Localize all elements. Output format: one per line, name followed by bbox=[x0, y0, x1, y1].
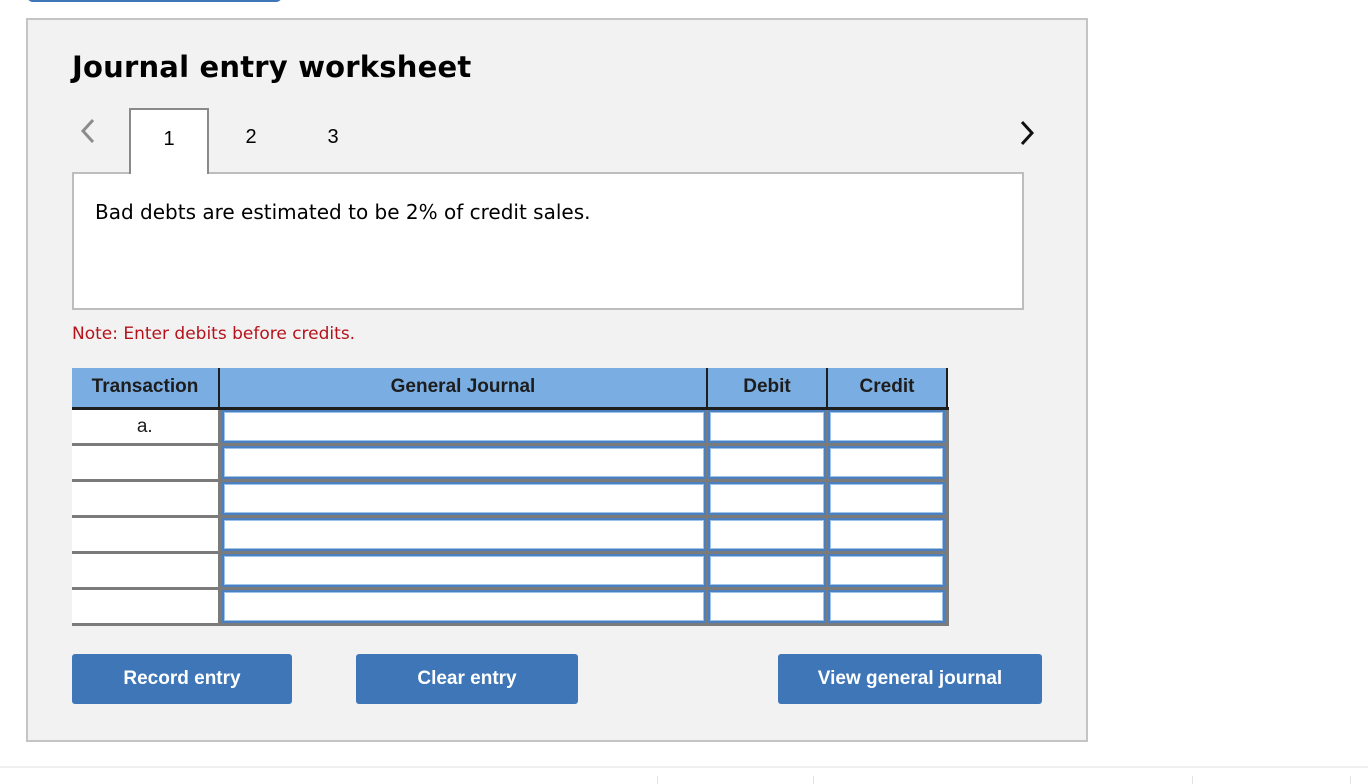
table-row bbox=[72, 552, 949, 590]
credit-cell bbox=[827, 408, 949, 446]
account-cell bbox=[219, 444, 707, 482]
record-entry-button[interactable]: Record entry bbox=[72, 654, 292, 704]
credit-input[interactable] bbox=[828, 445, 945, 479]
view-general-journal-button[interactable]: View general journal bbox=[778, 654, 1042, 704]
tab-label: 2 bbox=[245, 126, 257, 148]
credit-cell bbox=[827, 588, 949, 626]
debit-input[interactable] bbox=[708, 589, 826, 623]
transaction-cell bbox=[72, 444, 221, 482]
debit-cell bbox=[707, 480, 827, 518]
page-title: Journal entry worksheet bbox=[72, 50, 472, 84]
general-journal-input[interactable] bbox=[221, 445, 706, 479]
table-row bbox=[72, 588, 949, 626]
credit-input[interactable] bbox=[828, 517, 945, 551]
footer-divider bbox=[0, 766, 1368, 768]
journal-entry-worksheet: Journal entry worksheet 1 2 3 Bad debts … bbox=[26, 18, 1088, 742]
chevron-left-icon bbox=[80, 118, 95, 144]
table-row bbox=[72, 480, 949, 518]
table-row bbox=[72, 516, 949, 554]
debit-input[interactable] bbox=[708, 517, 826, 551]
account-cell bbox=[219, 408, 707, 446]
debit-input[interactable] bbox=[708, 445, 826, 479]
tab-label: 1 bbox=[163, 128, 175, 150]
table-header-row: Transaction General Journal Debit Credit bbox=[72, 368, 948, 410]
footer-separator bbox=[1350, 776, 1351, 784]
prev-button[interactable] bbox=[76, 116, 100, 146]
account-cell bbox=[219, 588, 707, 626]
general-journal-input[interactable] bbox=[221, 589, 706, 623]
debit-input[interactable] bbox=[708, 481, 826, 515]
note-text: Note: Enter debits before credits. bbox=[72, 324, 356, 344]
footer-separator bbox=[657, 776, 658, 784]
debit-cell bbox=[707, 588, 827, 626]
credit-cell bbox=[827, 552, 949, 590]
credit-cell bbox=[827, 444, 949, 482]
general-journal-input[interactable] bbox=[221, 517, 706, 551]
journal-table: Transaction General Journal Debit Credit… bbox=[72, 368, 949, 626]
credit-cell bbox=[827, 516, 949, 554]
general-journal-input[interactable] bbox=[221, 409, 706, 443]
account-cell bbox=[219, 552, 707, 590]
table-row: a. bbox=[72, 408, 949, 446]
next-button[interactable] bbox=[1016, 118, 1040, 148]
debit-cell bbox=[707, 408, 827, 446]
footer-separator bbox=[813, 776, 814, 784]
debit-cell bbox=[707, 552, 827, 590]
credit-input[interactable] bbox=[828, 553, 945, 587]
transaction-cell bbox=[72, 552, 221, 590]
header-credit: Credit bbox=[826, 368, 948, 410]
prompt-text: Bad debts are estimated to be 2% of cred… bbox=[95, 200, 591, 224]
credit-cell bbox=[827, 480, 949, 518]
transaction-cell: a. bbox=[72, 408, 221, 446]
transaction-cell bbox=[72, 480, 221, 518]
header-debit: Debit bbox=[706, 368, 827, 410]
tab-3[interactable]: 3 bbox=[293, 108, 373, 174]
debit-cell bbox=[707, 444, 827, 482]
account-cell bbox=[219, 516, 707, 554]
clear-entry-button[interactable]: Clear entry bbox=[356, 654, 578, 704]
transaction-cell bbox=[72, 516, 221, 554]
debit-input[interactable] bbox=[708, 409, 826, 443]
chevron-right-icon bbox=[1020, 120, 1035, 146]
transaction-cell bbox=[72, 588, 221, 626]
account-cell bbox=[219, 480, 707, 518]
tab-label: 3 bbox=[327, 126, 339, 148]
header-transaction: Transaction bbox=[72, 368, 219, 410]
footer-separator bbox=[1192, 776, 1193, 784]
credit-input[interactable] bbox=[828, 481, 945, 515]
top-action-bar[interactable] bbox=[27, 0, 282, 2]
general-journal-input[interactable] bbox=[221, 553, 706, 587]
table-row bbox=[72, 444, 949, 482]
header-general-journal: General Journal bbox=[218, 368, 707, 410]
tab-2[interactable]: 2 bbox=[211, 108, 291, 174]
general-journal-input[interactable] bbox=[221, 481, 706, 515]
tab-1[interactable]: 1 bbox=[129, 108, 209, 174]
debit-cell bbox=[707, 516, 827, 554]
debit-input[interactable] bbox=[708, 553, 826, 587]
credit-input[interactable] bbox=[828, 409, 945, 443]
prompt-box: Bad debts are estimated to be 2% of cred… bbox=[72, 172, 1024, 310]
credit-input[interactable] bbox=[828, 589, 945, 623]
